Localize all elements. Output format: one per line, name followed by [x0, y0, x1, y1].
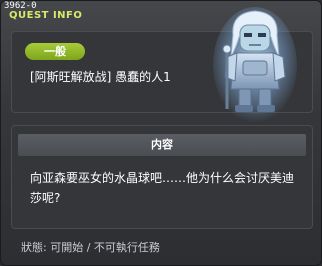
quest-title: [阿斯旺解放战] 愚蠢的人1: [30, 70, 171, 84]
quest-info-window: 3962-0 QUEST INFO 一般 [阿斯旺解放战] 愚蠢的人1 内容 向…: [0, 0, 322, 266]
quest-content-panel: 内容 向亚森要巫女的水晶球吧……他为什么会讨厌美迪莎呢?: [11, 125, 313, 229]
content-header: 内容: [18, 134, 306, 156]
npc-portrait: [213, 7, 297, 123]
window-title: QUEST INFO: [9, 10, 83, 21]
quest-status: 狀態: 可開始 / 不可執行任務: [21, 241, 160, 254]
quest-category-badge: 一般: [25, 43, 85, 60]
content-text: 向亚森要巫女的水晶球吧……他为什么会讨厌美迪莎呢?: [30, 171, 295, 205]
